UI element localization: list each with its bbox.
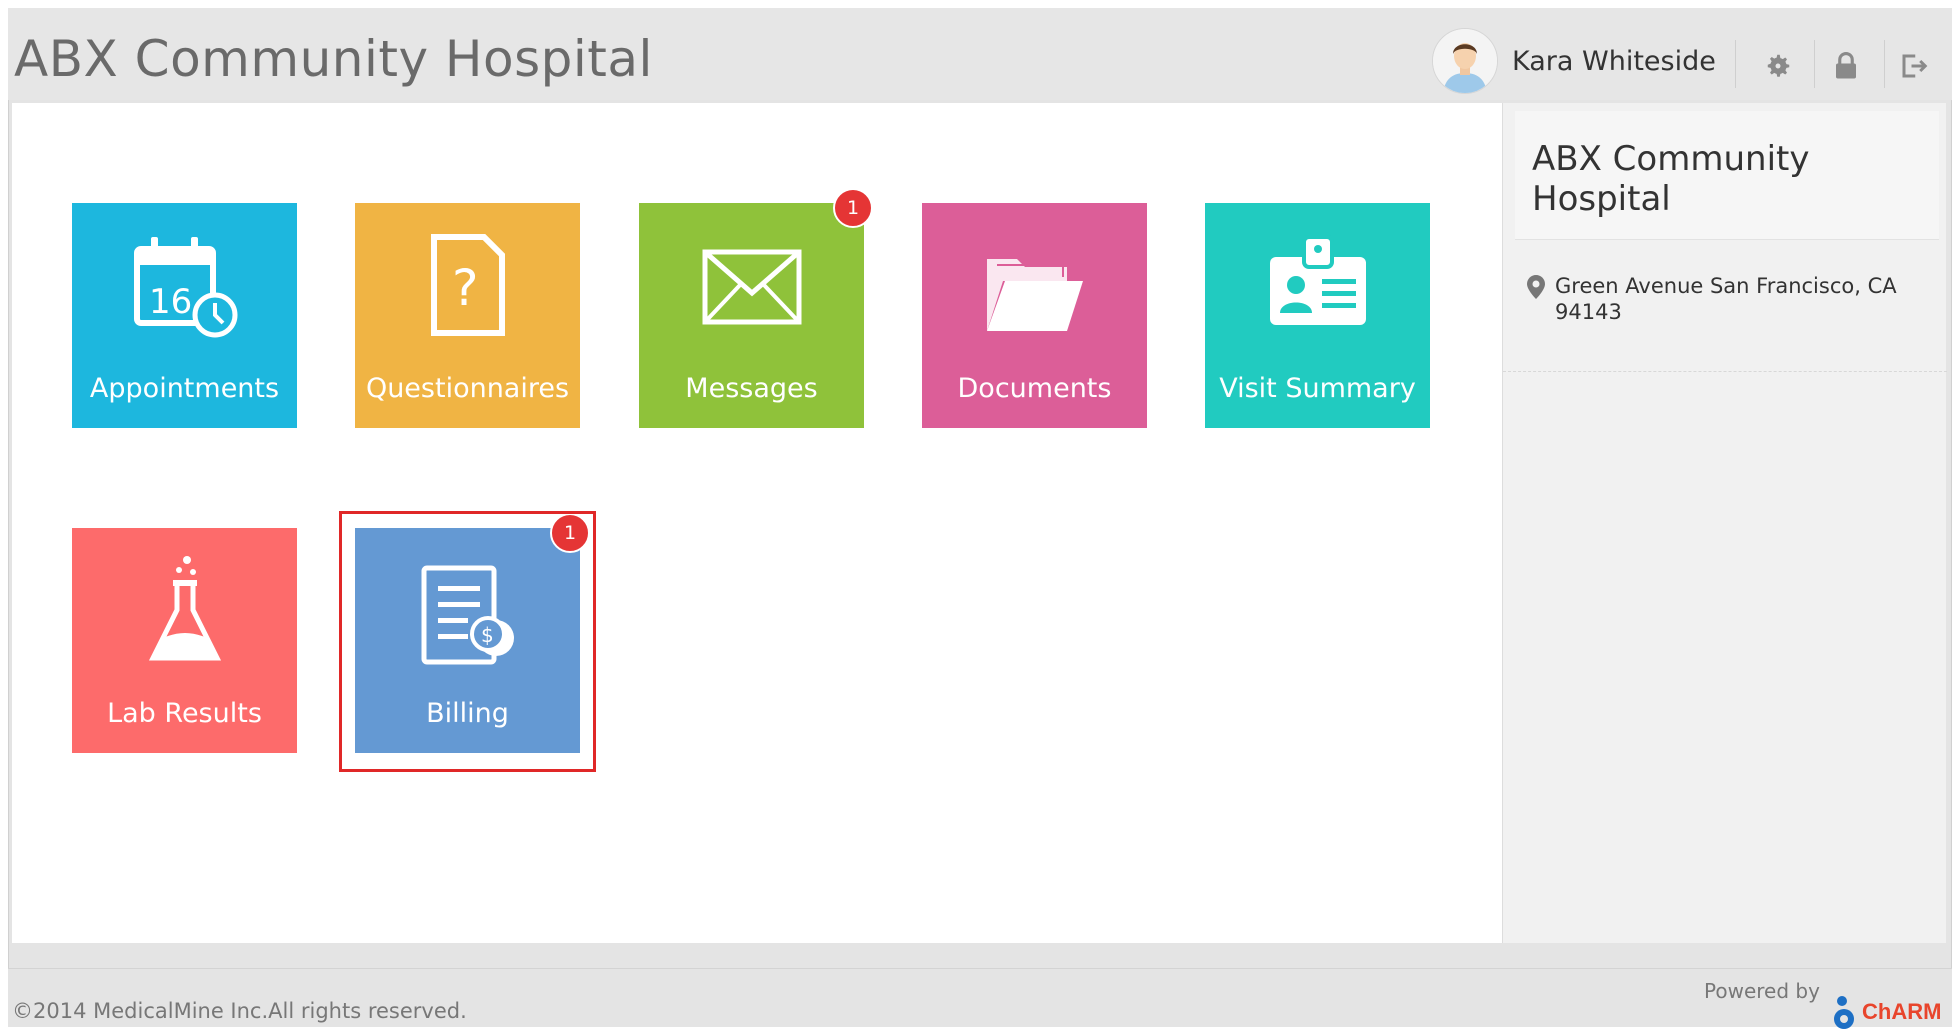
- calendar-icon: 16: [72, 233, 297, 343]
- app-title: ABX Community Hospital: [14, 30, 653, 88]
- app-header: ABX Community Hospital Kara Whiteside: [8, 8, 1952, 100]
- flask-icon: [72, 554, 297, 668]
- messages-badge: 1: [833, 188, 873, 228]
- facility-card: ABX Community Hospital: [1515, 111, 1939, 240]
- tile-documents[interactable]: Documents: [922, 203, 1147, 428]
- tile-label: Questionnaires: [365, 373, 570, 404]
- charm-logo[interactable]: ChARM: [1830, 995, 1941, 1029]
- avatar[interactable]: [1432, 28, 1498, 94]
- billing-highlight-frame: [339, 511, 596, 772]
- tile-lab-results[interactable]: Lab Results: [72, 528, 297, 753]
- header-divider: [1735, 40, 1736, 88]
- tile-visit-summary[interactable]: Visit Summary: [1205, 203, 1430, 428]
- app-footer: ©2014 MedicalMine Inc.All rights reserve…: [8, 968, 1952, 1029]
- tile-label: Messages: [685, 373, 818, 404]
- tile-appointments[interactable]: 16 Appointments: [72, 203, 297, 428]
- id-card-icon: [1205, 229, 1430, 329]
- tile-questionnaires[interactable]: ? Questionnaires: [355, 203, 580, 428]
- tile-messages[interactable]: Messages: [639, 203, 864, 428]
- calendar-date: 16: [149, 282, 192, 322]
- facility-address: Green Avenue San Francisco, CA 94143: [1555, 274, 1897, 324]
- tile-label: Appointments: [89, 373, 280, 404]
- logout-icon[interactable]: [1892, 44, 1936, 88]
- dashboard-content: 16 Appointments ? Questionnaires Message…: [12, 103, 1502, 943]
- location-pin-icon: [1527, 275, 1545, 303]
- copyright-text: ©2014 MedicalMine Inc.All rights reserve…: [12, 999, 467, 1023]
- sidebar-divider: [1503, 371, 1947, 372]
- header-divider: [1814, 40, 1815, 88]
- question-document-icon: ?: [355, 233, 580, 337]
- folder-icon: [922, 251, 1147, 333]
- user-name: Kara Whiteside: [1512, 45, 1716, 77]
- header-divider: [1884, 40, 1885, 88]
- charm-brand: ChARM: [1862, 999, 1942, 1024]
- facility-name: ABX Community Hospital: [1532, 139, 1810, 219]
- user-menu[interactable]: Kara Whiteside: [1432, 28, 1716, 94]
- envelope-icon: [639, 249, 864, 325]
- lock-icon[interactable]: [1824, 44, 1868, 88]
- powered-by-text: Powered by: [1704, 979, 1820, 1003]
- charm-logo-icon: [1834, 996, 1854, 1029]
- tile-label: Lab Results: [107, 698, 262, 729]
- gear-icon[interactable]: [1756, 44, 1800, 88]
- facility-sidebar: ABX Community Hospital Green Avenue San …: [1502, 103, 1947, 943]
- tile-label: Documents: [957, 373, 1112, 404]
- question-mark: ?: [452, 259, 479, 317]
- tile-label: Visit Summary: [1219, 373, 1416, 404]
